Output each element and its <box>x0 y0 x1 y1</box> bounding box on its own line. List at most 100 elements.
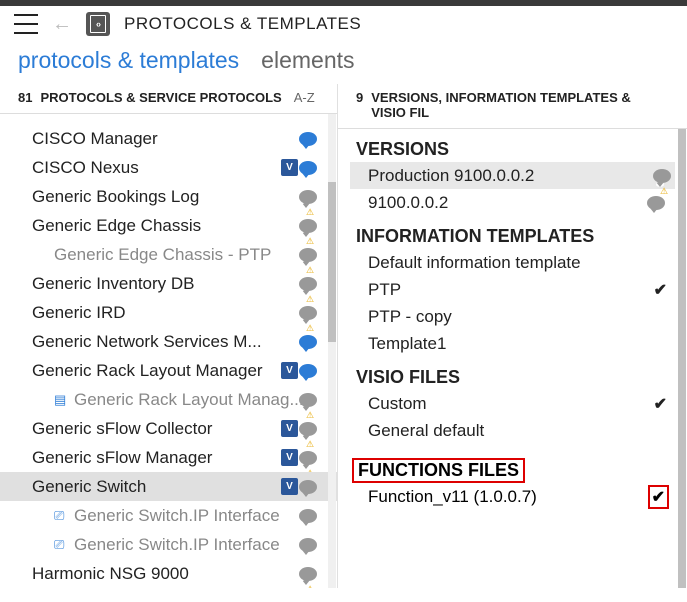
details-panel-header: 9 VERSIONS, INFORMATION TEMPLATES & VISI… <box>338 84 687 129</box>
info-template-row[interactable]: Default information template <box>356 249 669 276</box>
protocol-label: CISCO Manager <box>32 129 319 149</box>
comment-icon <box>653 169 671 183</box>
layout-tree-icon: ▤ <box>54 392 68 408</box>
protocol-item[interactable]: Generic Network Services M... <box>0 327 337 356</box>
function-file-label: Function_v11 (1.0.0.7) <box>368 487 537 507</box>
protocol-label: Generic Edge Chassis - PTP <box>54 245 319 265</box>
view-tabs: protocols & templates elements <box>0 43 687 84</box>
protocol-item[interactable]: Generic IRD <box>0 298 337 327</box>
functions-files-heading: FUNCTIONS FILES <box>358 460 519 480</box>
row-label: PTP - copy <box>368 307 452 327</box>
comment-warning-icon <box>299 451 317 465</box>
comment-warning-icon <box>299 277 317 291</box>
protocol-label: Generic Rack Layout Manager <box>32 361 319 381</box>
protocol-label: Generic Rack Layout Manag... <box>74 390 319 410</box>
protocol-label: Generic Switch.IP Interface <box>74 535 319 555</box>
details-header-label: VERSIONS, INFORMATION TEMPLATES & VISIO … <box>371 90 669 120</box>
function-file-row[interactable]: Function_v11 (1.0.0.7) ✔ <box>338 483 687 511</box>
comment-warning-icon <box>299 422 317 436</box>
interface-tree-icon: ⎚ <box>54 508 68 524</box>
protocol-label: Generic Switch <box>32 477 319 497</box>
protocol-item[interactable]: CISCO Nexus <box>0 153 337 182</box>
protocol-item[interactable]: ⎚ Generic Switch.IP Interface <box>0 530 337 559</box>
protocol-item[interactable]: Generic Edge Chassis - PTP <box>0 240 337 269</box>
comment-warning-icon <box>299 248 317 262</box>
comment-icon <box>299 509 317 523</box>
protocols-panel-header: 81 PROTOCOLS & SERVICE PROTOCOLS A-Z <box>0 84 337 114</box>
version-row[interactable]: Production 9100.0.0.2 <box>350 162 675 189</box>
hamburger-menu-icon[interactable] <box>14 14 38 34</box>
visio-file-row[interactable]: General default <box>356 417 669 444</box>
check-icon: ✔ <box>654 394 667 414</box>
protocol-label: Generic Switch.IP Interface <box>74 506 319 526</box>
function-file-check-highlight: ✔ <box>648 485 669 509</box>
row-label: Custom <box>368 394 427 414</box>
protocol-label: Generic Edge Chassis <box>32 216 319 236</box>
version-row[interactable]: 9100.0.0.2 <box>356 189 669 216</box>
back-arrow-icon: ← <box>52 13 72 36</box>
versions-heading: VERSIONS <box>356 139 669 160</box>
protocols-scrollbar[interactable] <box>328 114 336 588</box>
comment-warning-icon <box>299 393 317 407</box>
comment-icon <box>299 480 317 494</box>
functions-files-highlight: FUNCTIONS FILES <box>352 458 525 483</box>
protocol-label: CISCO Nexus <box>32 158 319 178</box>
protocol-item[interactable]: Harmonic NSG 9000 <box>0 559 337 588</box>
comment-icon <box>647 196 665 210</box>
interface-tree-icon: ⎚ <box>54 537 68 553</box>
visio-file-row[interactable]: Custom ✔ <box>356 390 669 417</box>
details-count: 9 <box>356 90 363 105</box>
page-title: PROTOCOLS & TEMPLATES <box>124 14 361 34</box>
protocol-item[interactable]: Generic Edge Chassis <box>0 211 337 240</box>
comment-icon <box>299 335 317 349</box>
row-label: Template1 <box>368 334 446 354</box>
row-label: 9100.0.0.2 <box>368 193 448 213</box>
protocol-item[interactable]: Generic Inventory DB <box>0 269 337 298</box>
protocols-sort[interactable]: A-Z <box>294 90 315 105</box>
comment-icon <box>299 538 317 552</box>
versions-section: VERSIONS Production 9100.0.0.2 9100.0.0.2 <box>338 129 687 216</box>
visio-files-section: VISIO FILES Custom ✔ General default <box>338 357 687 444</box>
info-template-row[interactable]: PTP✔ <box>356 276 669 303</box>
protocols-count: 81 <box>18 90 32 105</box>
protocol-item[interactable]: Generic Rack Layout Manager <box>0 356 337 385</box>
protocol-label: Generic Network Services M... <box>32 332 319 352</box>
protocol-item[interactable]: CISCO Manager <box>0 124 337 153</box>
visio-icon <box>281 159 298 176</box>
visio-icon <box>281 478 298 495</box>
visio-icon <box>281 362 298 379</box>
comment-icon <box>299 132 317 146</box>
info-templates-heading: INFORMATION TEMPLATES <box>356 226 669 247</box>
protocol-label: Generic sFlow Manager <box>32 448 319 468</box>
protocol-item[interactable]: Generic sFlow Collector <box>0 414 337 443</box>
row-label: General default <box>368 421 484 441</box>
protocol-item[interactable]: ▤ Generic Rack Layout Manag... <box>0 385 337 414</box>
details-panel: 9 VERSIONS, INFORMATION TEMPLATES & VISI… <box>338 84 687 588</box>
protocols-header-label: PROTOCOLS & SERVICE PROTOCOLS <box>40 90 281 105</box>
comment-icon <box>299 161 317 175</box>
tab-elements[interactable]: elements <box>261 47 354 74</box>
row-label: Default information template <box>368 253 581 273</box>
details-scrollbar[interactable] <box>678 129 686 588</box>
protocol-item[interactable]: Generic sFlow Manager <box>0 443 337 472</box>
protocol-item[interactable]: ⎚ Generic Switch.IP Interface <box>0 501 337 530</box>
protocol-item[interactable]: Generic Switch <box>0 472 337 501</box>
protocols-page-icon <box>86 12 110 36</box>
comment-warning-icon <box>299 306 317 320</box>
info-template-row[interactable]: Template1 <box>356 330 669 357</box>
comment-warning-icon <box>299 219 317 233</box>
protocols-panel: 81 PROTOCOLS & SERVICE PROTOCOLS A-Z CIS… <box>0 84 338 588</box>
protocol-label: Generic sFlow Collector <box>32 419 319 439</box>
row-label: PTP <box>368 280 401 300</box>
protocol-label: Generic Bookings Log <box>32 187 319 207</box>
info-templates-section: INFORMATION TEMPLATES Default informatio… <box>338 216 687 357</box>
tab-protocols-templates[interactable]: protocols & templates <box>18 47 239 74</box>
info-template-row[interactable]: PTP - copy <box>356 303 669 330</box>
protocol-label: Generic IRD <box>32 303 319 323</box>
protocol-label: Harmonic NSG 9000 <box>32 564 319 584</box>
protocol-label: Generic Inventory DB <box>32 274 319 294</box>
protocol-item[interactable]: Generic Bookings Log <box>0 182 337 211</box>
visio-files-heading: VISIO FILES <box>356 367 669 388</box>
protocols-list: CISCO Manager CISCO Nexus Generic Bookings… <box>0 114 337 588</box>
row-label: Production 9100.0.0.2 <box>368 166 534 186</box>
